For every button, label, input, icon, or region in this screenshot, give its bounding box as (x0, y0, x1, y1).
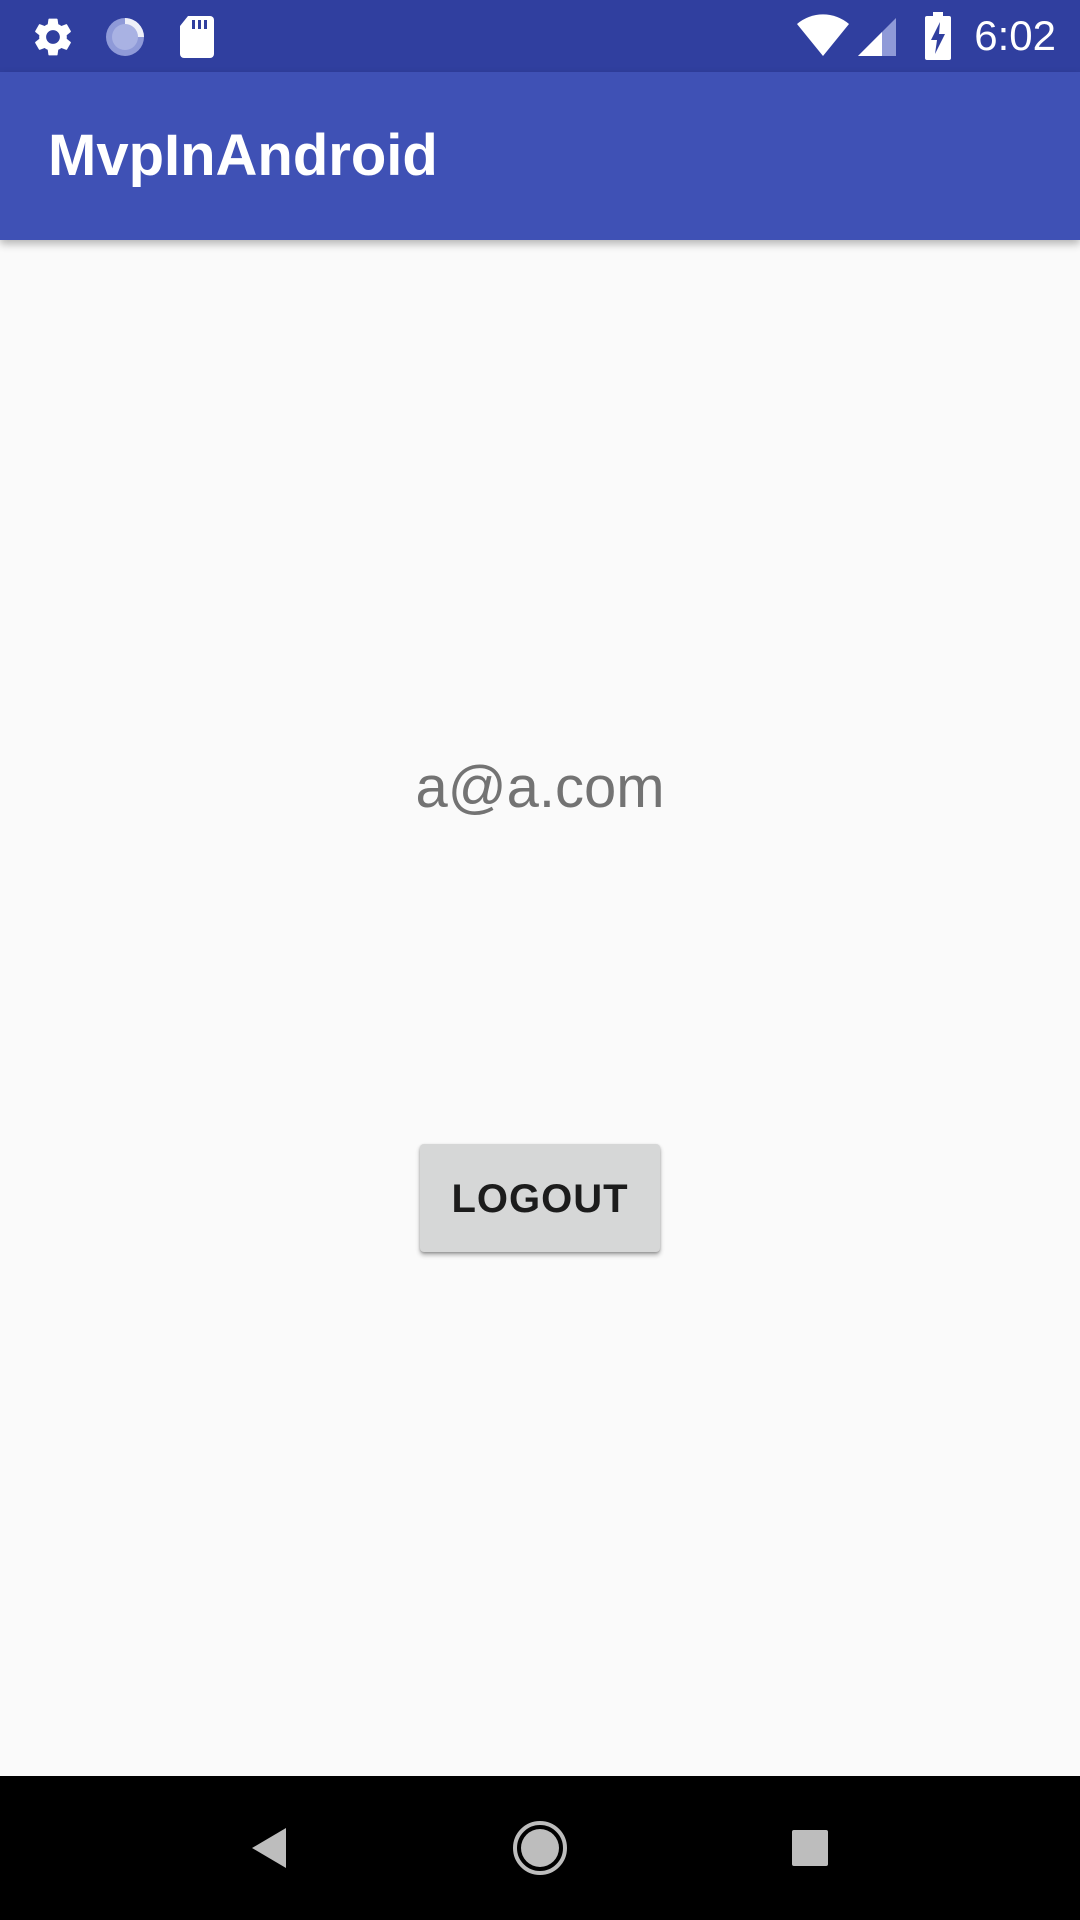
sd-card-icon (178, 14, 216, 65)
sync-icon (102, 14, 148, 65)
home-icon[interactable] (504, 1812, 576, 1884)
recents-icon[interactable] (774, 1812, 846, 1884)
settings-icon (30, 14, 76, 65)
back-icon[interactable] (234, 1812, 306, 1884)
logout-button[interactable]: LOGOUT (420, 1144, 660, 1252)
app-bar: MvpInAndroid (0, 72, 1080, 240)
cell-signal-icon (856, 16, 900, 63)
navigation-bar (0, 1776, 1080, 1920)
battery-charging-icon (924, 12, 952, 65)
status-bar: 6:02 (0, 0, 1080, 72)
user-email-text: a@a.com (0, 752, 1080, 824)
status-time: 6:02 (974, 10, 1056, 62)
app-title: MvpInAndroid (48, 72, 438, 240)
wifi-icon (796, 14, 850, 63)
screen: 6:02 MvpInAndroid a@a.com LOGOUT (0, 0, 1080, 1920)
